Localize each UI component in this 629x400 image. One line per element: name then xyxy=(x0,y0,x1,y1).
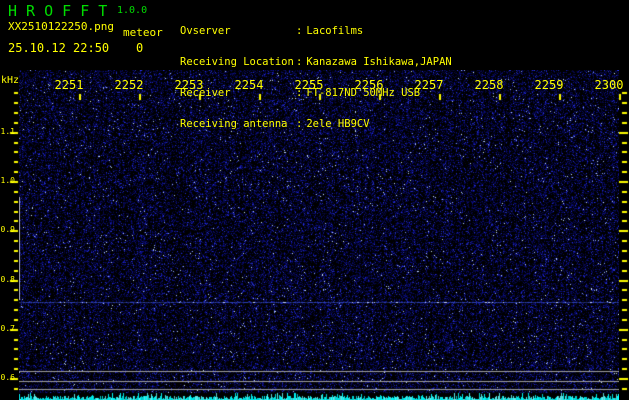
info-colon: : xyxy=(296,56,303,69)
freq-tick-label: 0.8 xyxy=(0,275,15,284)
info-colon: : xyxy=(296,118,303,131)
time-tick-label: 2253 xyxy=(174,78,204,92)
time-tick-label: 2258 xyxy=(474,78,504,92)
freq-tick-label: 0.7 xyxy=(0,324,15,333)
datetime-label: 25.10.12 22:50 xyxy=(8,41,110,55)
time-tick-label: 2254 xyxy=(234,78,264,92)
time-tick-label: 2256 xyxy=(354,78,384,92)
info-label: Ovserver xyxy=(180,24,231,37)
echo-count: 0 xyxy=(136,41,144,55)
info-row-location: Receiving Location: Kanazawa Ishikawa,JAP… xyxy=(180,56,452,69)
hrofft-window: H R O F F T 1.0.0 XX2510122250.png meteo… xyxy=(0,0,629,400)
output-filename: XX2510122250.png xyxy=(8,20,114,33)
freq-tick-label: 0.9 xyxy=(0,225,15,234)
time-tick-label: 2252 xyxy=(114,78,144,92)
y-axis-unit-label: kHz xyxy=(1,75,20,86)
time-tick-label: 2300 xyxy=(594,78,624,92)
info-label: Receiving Location xyxy=(180,56,294,69)
info-row-antenna: Receiving antenna:2ele HB9CV xyxy=(180,118,452,131)
info-row-observer: Ovserver: Lacofilms xyxy=(180,24,452,37)
time-tick-label: 2255 xyxy=(294,78,324,92)
info-value: Lacofilms xyxy=(306,24,364,37)
info-colon: : xyxy=(296,24,303,37)
freq-tick-label: 1.0 xyxy=(0,176,15,185)
info-value: Kanazawa Ishikawa,JAPAN xyxy=(306,56,452,69)
freq-tick-label: 1.1 xyxy=(0,127,15,136)
app-title: H R O F F T xyxy=(8,2,108,20)
time-tick-label: 2251 xyxy=(54,78,84,92)
time-tick-label: 2259 xyxy=(534,78,564,92)
info-label: Receiving antenna xyxy=(180,118,288,131)
mode-label: meteor xyxy=(123,26,163,39)
freq-tick-label: 0.6 xyxy=(0,373,15,382)
info-value: 2ele HB9CV xyxy=(306,118,370,131)
app-version: 1.0.0 xyxy=(117,5,148,16)
time-tick-label: 2257 xyxy=(414,78,444,92)
